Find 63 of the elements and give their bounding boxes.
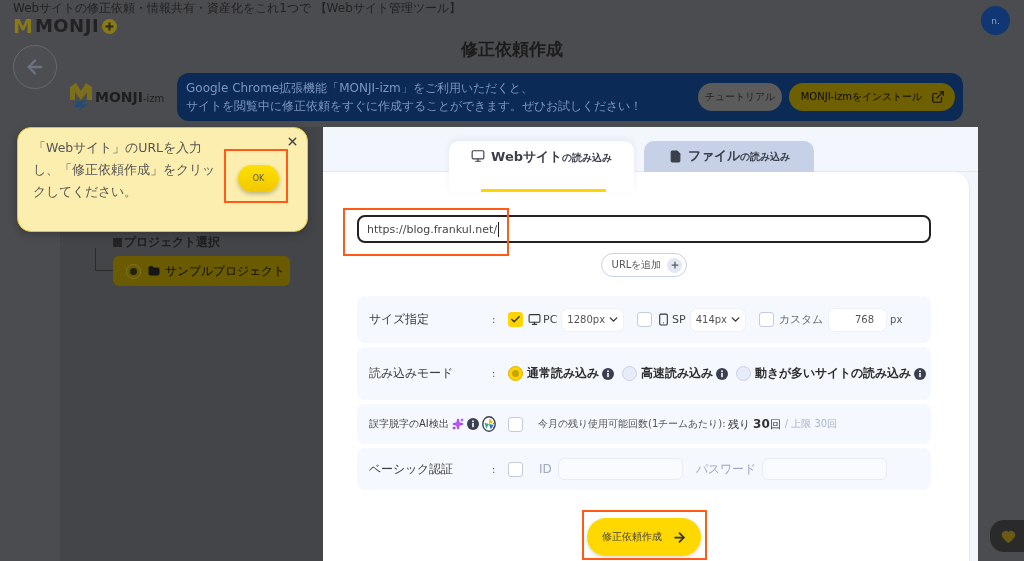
colon: : — [492, 463, 497, 475]
checkbox[interactable] — [508, 461, 523, 477]
radio-button[interactable] — [736, 366, 751, 381]
monitor-icon — [528, 313, 541, 326]
sparkle-icon — [451, 418, 464, 430]
plus-circle-icon — [102, 18, 118, 34]
info-icon[interactable] — [716, 367, 728, 380]
checkbox[interactable] — [508, 312, 523, 327]
radio-button[interactable] — [508, 366, 523, 381]
field-label: パスワード — [695, 460, 756, 478]
radio-button[interactable] — [622, 366, 637, 381]
arrow-right-icon — [671, 529, 687, 545]
quota-label: 今月の残り使用可能回数(1チームあたり): — [538, 417, 726, 431]
monitor-icon — [471, 149, 485, 163]
checkbox[interactable] — [759, 312, 775, 327]
size-select[interactable]: 1280px — [562, 308, 624, 331]
checkbox[interactable] — [637, 312, 653, 327]
info-icon[interactable] — [914, 367, 926, 380]
plus-icon — [667, 257, 683, 273]
close-button[interactable] — [286, 135, 299, 148]
favorite-button[interactable] — [990, 520, 1024, 552]
setting-label: ベーシック認証 — [369, 460, 453, 478]
info-icon[interactable] — [466, 418, 479, 430]
tab[interactable]: Webサイトの読み込み — [449, 141, 634, 192]
setting-label: サイズ指定 — [369, 311, 429, 328]
square-icon — [113, 237, 122, 247]
quota-remaining: 残り 30回 — [727, 416, 781, 432]
radio-label: 動きが多いサイトの読み込み — [755, 365, 911, 382]
info-icon[interactable] — [602, 367, 614, 380]
colon: : — [492, 314, 497, 325]
back-button[interactable] — [13, 45, 57, 89]
check-icon — [510, 314, 521, 325]
smartphone-icon — [657, 313, 671, 326]
option-label: カスタム — [779, 312, 824, 327]
text-cursor-icon — [498, 221, 500, 237]
option-label: PC — [543, 313, 558, 326]
ok-button[interactable]: OK — [238, 165, 279, 192]
external-link-icon — [931, 90, 945, 104]
user-avatar[interactable]: n. — [981, 6, 1010, 35]
radio-label: 通常読み込み — [527, 365, 599, 382]
number-input[interactable]: 768 — [829, 308, 887, 331]
radio-label: 高速読み込み — [641, 365, 713, 382]
option-label: SP — [672, 313, 686, 326]
url-input[interactable]: https://blog.frankul.net/ — [357, 215, 931, 243]
file-icon — [668, 150, 682, 163]
close-icon — [286, 135, 299, 148]
colon: : — [492, 418, 497, 430]
size-select[interactable]: 414px — [690, 308, 746, 331]
setting-label: 誤字脱字のAI検出 — [369, 417, 449, 431]
add-url-button[interactable]: URLを追加 — [600, 253, 688, 277]
tab[interactable]: ファイルの読み込み — [644, 141, 814, 172]
multicolor-circle-icon — [481, 416, 496, 432]
tooltip-text: 「Webサイト」のURLを入力し、「修正依頼作成」をクリックしてください。 — [33, 139, 216, 201]
logo-icon — [70, 83, 92, 111]
submit-button[interactable]: 修正依頼作成 — [587, 518, 701, 556]
banner-text: Google Chrome拡張機能「MONJI-izm」をご利用いただくと、 サイトを閲覧中に修正依頼をすぐに作成することができます。ぜひお試しください！ — [186, 80, 642, 115]
checkbox[interactable] — [508, 416, 523, 432]
setting-label: 読み込みモード — [369, 365, 453, 382]
heart-icon — [1001, 528, 1016, 544]
folder-icon — [148, 265, 160, 277]
colon: : — [492, 368, 497, 379]
unit-label: px — [890, 314, 903, 325]
field-label: ID — [539, 462, 552, 476]
